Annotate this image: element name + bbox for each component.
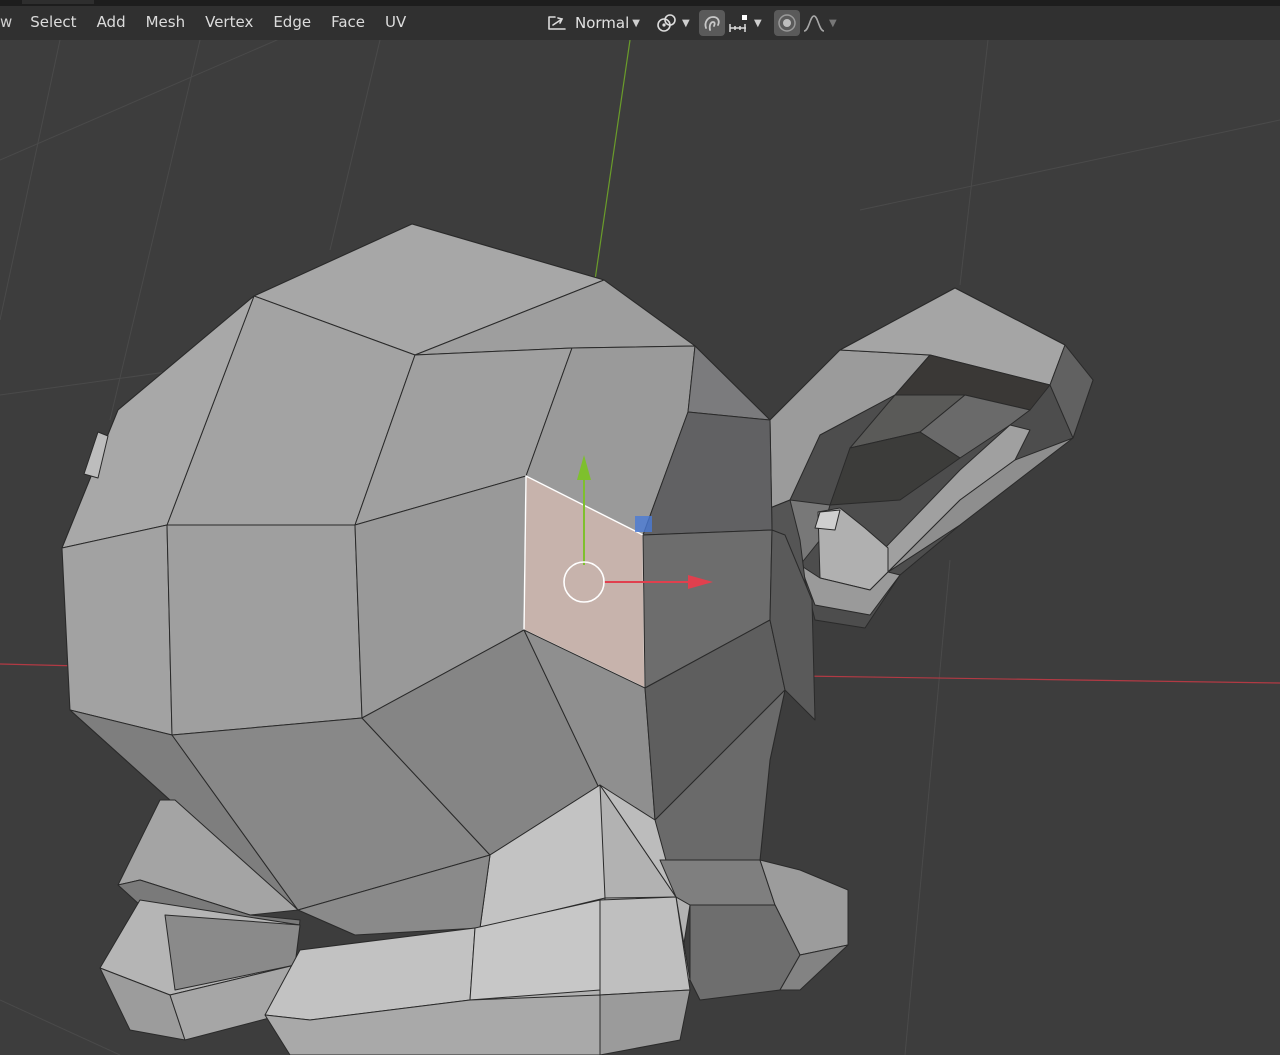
- chevron-down-icon: ▼: [682, 17, 690, 29]
- menu-view[interactable]: w: [0, 6, 20, 38]
- menu-add[interactable]: Add: [87, 6, 136, 38]
- chevron-down-icon: ▼: [754, 17, 762, 29]
- snap-increment-icon: [727, 12, 751, 34]
- chevron-down-icon: ▼: [829, 17, 837, 29]
- menu-mesh[interactable]: Mesh: [136, 6, 196, 38]
- snap-target-dropdown[interactable]: ▼: [727, 10, 762, 36]
- transform-orientation-dropdown[interactable]: Normal ▼: [543, 10, 642, 36]
- menu-face[interactable]: Face: [321, 6, 375, 38]
- falloff-dropdown[interactable]: ▼: [802, 10, 837, 36]
- viewport-header: w Select Add Mesh Vertex Edge Face UV Normal ▼ …: [0, 6, 1280, 40]
- snap-magnet-icon: [701, 12, 723, 34]
- transform-orientation-icon: [545, 13, 569, 33]
- falloff-curve-icon: [802, 12, 826, 34]
- x-axis-line-right: [799, 675, 1280, 684]
- menu-uv[interactable]: UV: [375, 6, 416, 38]
- monkey-mesh[interactable]: [61, 223, 1094, 1055]
- pivot-point-icon: [655, 12, 679, 34]
- transform-orientation-label: Normal: [575, 14, 630, 32]
- 3d-viewport[interactable]: w Select Add Mesh Vertex Edge Face UV Normal ▼ …: [0, 0, 1280, 1055]
- viewport-scene[interactable]: [0, 0, 1280, 1055]
- gizmo-z-plane-handle[interactable]: [635, 516, 652, 532]
- pivot-point-dropdown[interactable]: ▼: [655, 10, 690, 36]
- menu-edge[interactable]: Edge: [263, 6, 321, 38]
- snap-toggle[interactable]: [699, 10, 725, 36]
- header-menu-bar: w Select Add Mesh Vertex Edge Face UV: [0, 6, 416, 40]
- menu-select[interactable]: Select: [20, 6, 86, 38]
- chevron-down-icon: ▼: [632, 17, 640, 29]
- proportional-editing-toggle[interactable]: [774, 10, 800, 36]
- y-axis-line: [594, 39, 631, 281]
- menu-vertex[interactable]: Vertex: [195, 6, 263, 38]
- proportional-editing-icon: [776, 12, 798, 34]
